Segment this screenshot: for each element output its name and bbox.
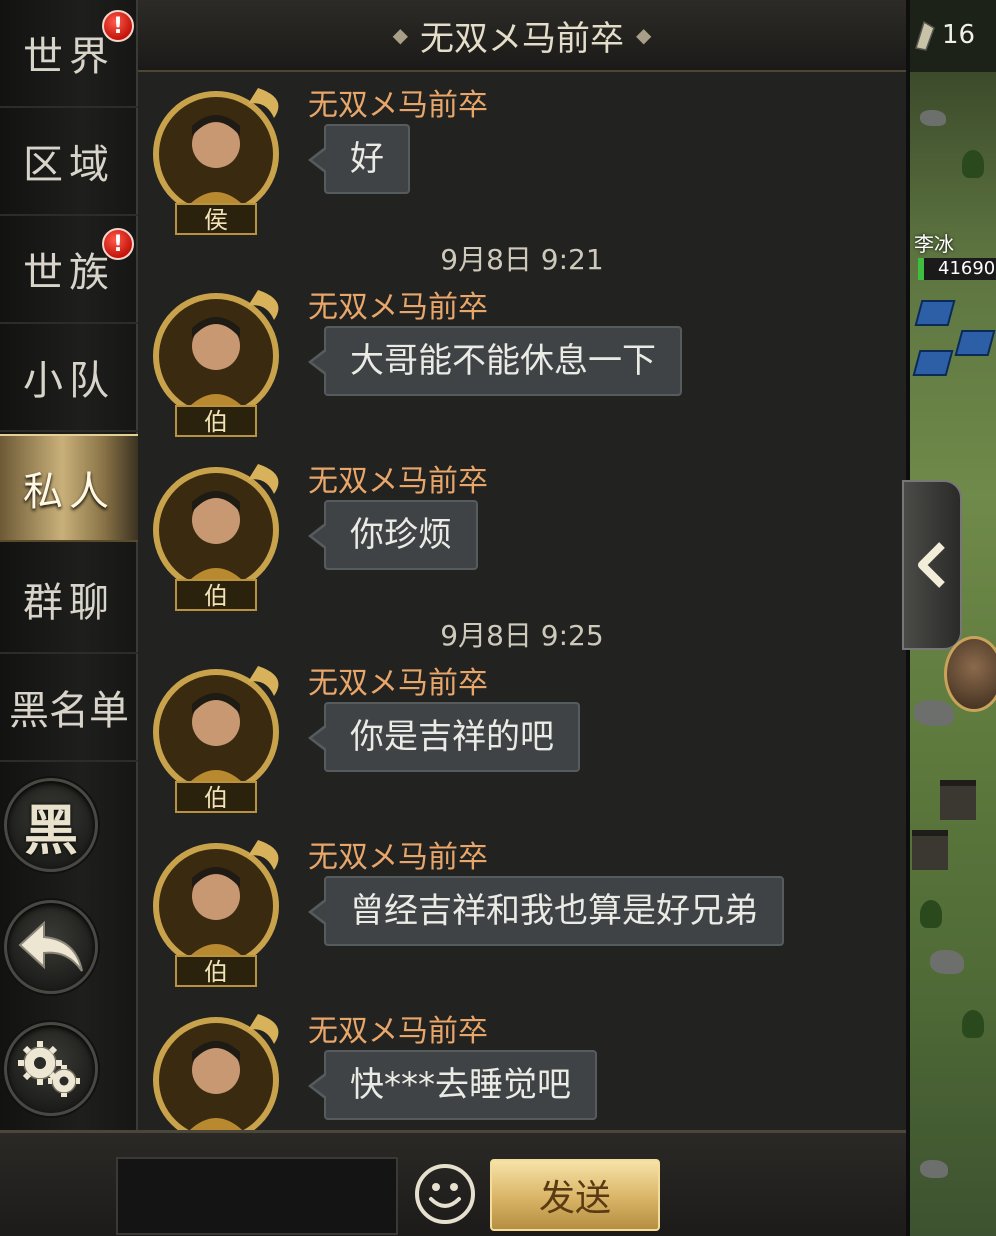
back-button[interactable] [4, 900, 98, 994]
map-rock [920, 1160, 948, 1178]
alert-badge: ! [102, 10, 134, 42]
chat-message: 侯 无双メ马前卒 好 [138, 78, 906, 238]
map-building[interactable] [940, 780, 976, 820]
collapse-chat-button[interactable] [902, 480, 962, 650]
tab-blacklist[interactable]: 黑名单 [0, 654, 138, 762]
sender-name[interactable]: 无双メ马前卒 [308, 832, 488, 876]
tab-label: 小队 [23, 358, 115, 404]
map-tree [962, 150, 984, 178]
tab-label: 私人 [23, 469, 115, 515]
player-name[interactable]: 李冰 [914, 228, 954, 257]
message-bubble: 你是吉祥的吧 [308, 702, 580, 772]
tab-clan[interactable]: 世族 ! [0, 216, 138, 324]
tab-label: 区域 [23, 142, 115, 188]
map-resource-bar: 16 [910, 0, 996, 72]
tab-label: 世族 [23, 250, 115, 296]
channel-sidebar: 世界 ! 区域 世族 ! 小队 私人 群聊 黑名单 黑 [0, 0, 138, 1130]
send-button[interactable]: 发送 [490, 1159, 660, 1231]
rank-label: 伯 [204, 408, 228, 436]
chat-header: ◆ 无双メ马前卒 ◆ [138, 0, 906, 72]
troop-marker[interactable] [914, 300, 956, 326]
chat-message: 无双メ马前卒 快***去睡觉吧 [138, 1004, 906, 1130]
troop-marker[interactable] [954, 330, 996, 356]
diamond-ornament-icon: ◆ [392, 23, 408, 47]
sender-name[interactable]: 无双メ马前卒 [308, 456, 488, 500]
map-tree [962, 1010, 984, 1038]
chat-panel: ◆ 无双メ马前卒 ◆ 侯 无双メ马前卒 好 9月8日 9:21 伯 无双メ马前卒 [138, 0, 906, 1130]
player-power: 416905 [918, 258, 996, 280]
map-rock [920, 110, 946, 126]
tab-squad[interactable]: 小队 [0, 324, 138, 432]
tab-world[interactable]: 世界 ! [0, 0, 138, 108]
rank-label: 侯 [204, 206, 228, 234]
message-bubble: 曾经吉祥和我也算是好兄弟 [308, 876, 784, 946]
tab-label: 世界 [23, 34, 115, 80]
avatar[interactable]: 伯 [148, 454, 288, 612]
avatar[interactable]: 伯 [148, 830, 288, 988]
avatar[interactable]: 伯 [148, 656, 288, 814]
avatar[interactable] [148, 1004, 288, 1130]
timestamp: 9月8日 9:25 [440, 619, 604, 652]
tab-label: 群聊 [23, 580, 115, 626]
smiley-icon[interactable] [414, 1163, 476, 1225]
tab-region[interactable]: 区域 [0, 108, 138, 216]
chat-message: 伯 无双メ马前卒 大哥能不能休息一下 [138, 280, 906, 440]
message-bubble: 好 [308, 124, 410, 194]
rank-label: 伯 [204, 958, 228, 986]
diamond-ornament-icon: ◆ [636, 23, 652, 47]
map-tree [920, 900, 942, 928]
settings-button[interactable] [4, 1022, 98, 1116]
tab-group-chat[interactable]: 群聊 [0, 546, 138, 654]
sender-name[interactable]: 无双メ马前卒 [308, 282, 488, 326]
message-bubble: 大哥能不能休息一下 [308, 326, 682, 396]
blacklist-button-label: 黑 [24, 797, 78, 862]
tab-private[interactable]: 私人 [0, 434, 138, 542]
chat-message: 伯 无双メ马前卒 曾经吉祥和我也算是好兄弟 [138, 830, 906, 990]
sender-name[interactable]: 无双メ马前卒 [308, 80, 488, 124]
troop-marker[interactable] [912, 350, 954, 376]
sender-name[interactable]: 无双メ马前卒 [308, 1006, 488, 1050]
hero-avatar[interactable] [944, 636, 996, 712]
message-input[interactable] [116, 1157, 398, 1235]
avatar[interactable]: 伯 [148, 280, 288, 438]
back-arrow-icon [18, 920, 83, 972]
map-building[interactable] [912, 830, 948, 870]
alert-badge: ! [102, 228, 134, 260]
chat-title: 无双メ马前卒 [420, 18, 624, 59]
timestamp: 9月8日 9:21 [440, 243, 604, 276]
input-bar: 发送 [0, 1130, 906, 1236]
sender-name[interactable]: 无双メ马前卒 [308, 658, 488, 702]
blacklist-button[interactable]: 黑 [4, 778, 98, 872]
chat-message: 伯 无双メ马前卒 你珍烦 [138, 454, 906, 614]
message-bubble: 你珍烦 [308, 500, 478, 570]
resource-count: 16 [942, 20, 976, 50]
rank-label: 伯 [204, 784, 228, 812]
avatar[interactable]: 侯 [148, 78, 288, 236]
chat-message: 伯 无双メ马前卒 你是吉祥的吧 [138, 656, 906, 816]
map-rock [914, 700, 954, 726]
rank-label: 伯 [204, 582, 228, 610]
message-bubble: 快***去睡觉吧 [308, 1050, 597, 1120]
gear-icon [18, 1041, 80, 1097]
chevron-left-icon [918, 542, 945, 588]
resource-icon [915, 20, 935, 51]
map-rock [930, 950, 964, 974]
tab-label: 黑名单 [9, 688, 129, 734]
